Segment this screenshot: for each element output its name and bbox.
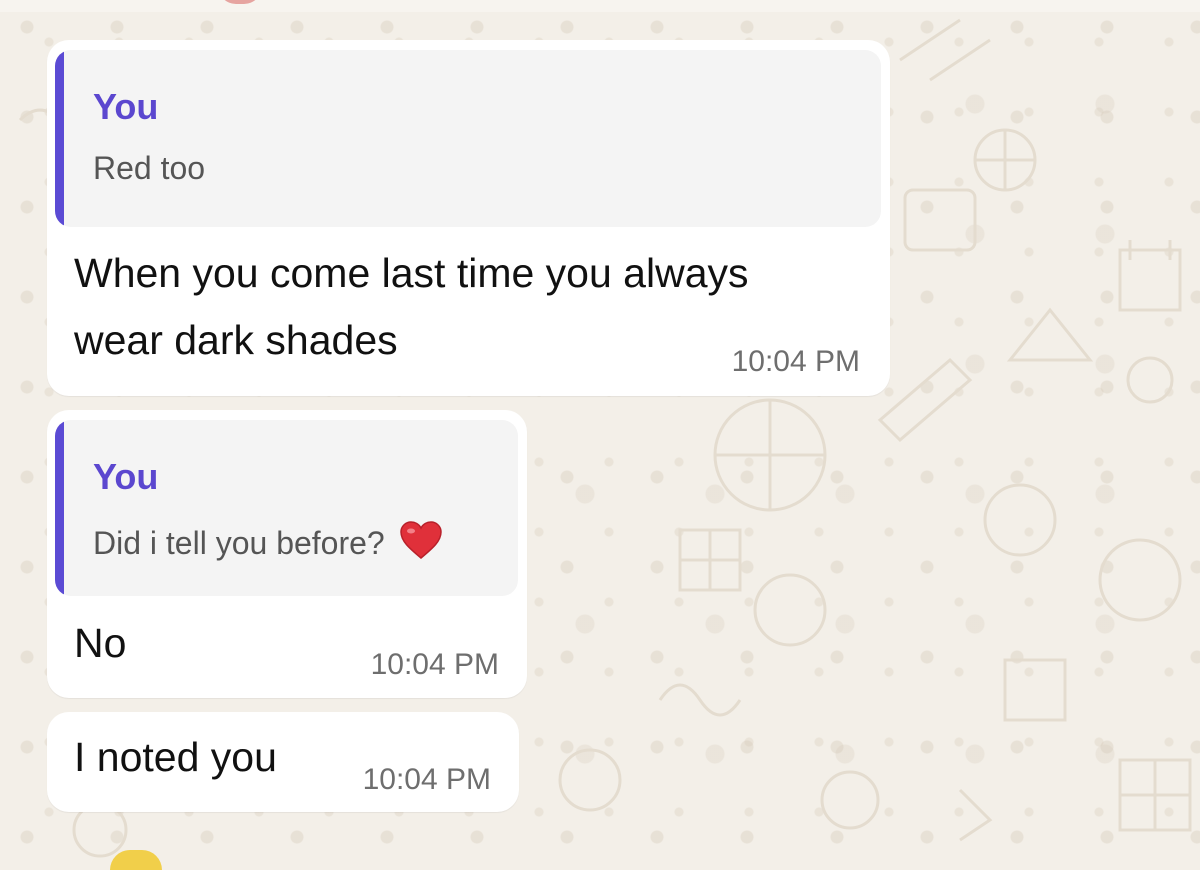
quote-author: You	[93, 86, 159, 127]
message-text: I noted you	[74, 734, 277, 780]
message-timestamp: 10:04 PM	[362, 763, 491, 796]
quote-accent-bar	[55, 420, 64, 596]
quote-accent-bar	[55, 50, 64, 227]
message-bubble-2[interactable]: You Did i tell you before? No 10:04 PM	[47, 410, 527, 698]
message-timestamp: 10:04 PM	[731, 345, 860, 378]
quote-author: You	[93, 456, 159, 497]
quote-text: Red too	[93, 150, 206, 186]
heart-icon	[399, 520, 443, 568]
quote-text: Did i tell you before?	[93, 520, 443, 568]
message-text: No	[74, 620, 127, 666]
message-bubble-1[interactable]: You Red too When you come last time you …	[47, 40, 890, 396]
quoted-message[interactable]: You Red too	[55, 50, 881, 227]
quoted-message[interactable]: You Did i tell you before?	[55, 420, 518, 596]
top-strip	[0, 0, 1200, 12]
message-text-line-1: When you come last time you always	[74, 250, 749, 296]
message-timestamp: 10:04 PM	[370, 648, 499, 681]
quote-text-content: Did i tell you before?	[93, 525, 385, 561]
message-bubble-3[interactable]: I noted you 10:04 PM	[47, 712, 519, 812]
message-text-line-2: wear dark shades	[74, 317, 398, 363]
